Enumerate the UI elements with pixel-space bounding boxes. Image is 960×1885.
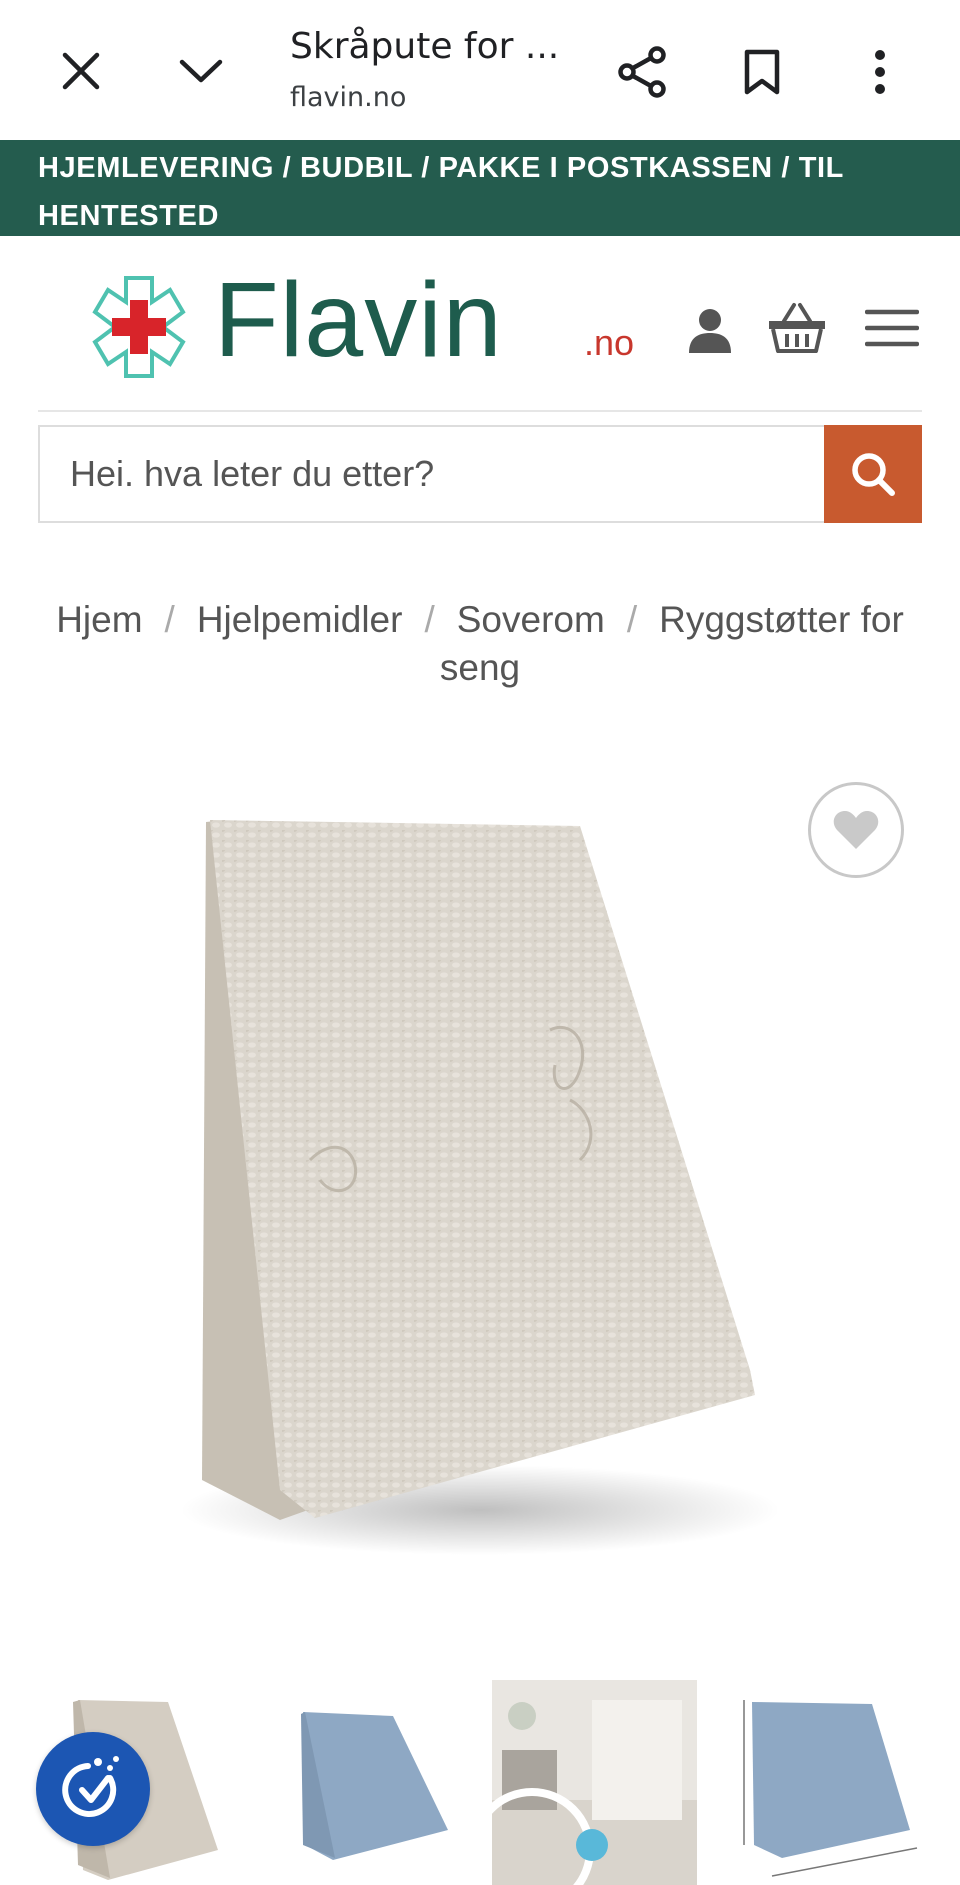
header-divider (38, 410, 922, 412)
breadcrumb-soverom[interactable]: Soverom (457, 599, 605, 640)
page-url[interactable]: flavin.no (290, 82, 406, 113)
close-tab-button[interactable] (50, 40, 112, 102)
accessibility-icon (62, 1756, 119, 1817)
thumbnail-wedge-dimensions (743, 1700, 918, 1877)
search-button[interactable] (824, 425, 922, 523)
breadcrumb-separator: / (626, 599, 638, 640)
share-icon (618, 46, 666, 98)
search-input[interactable] (40, 427, 826, 521)
product-image[interactable] (150, 780, 790, 1600)
breadcrumb-separator: / (164, 599, 175, 640)
thumbnail-2[interactable] (283, 1680, 488, 1885)
search-icon (852, 453, 895, 496)
more-vert-icon (875, 50, 885, 94)
logo-wordmark: Flavin (214, 261, 503, 379)
breadcrumb: Hjem / Hjelpemidler / Soverom / Ryggstøtter fo… (40, 596, 920, 692)
breadcrumb-home[interactable]: Hjem (56, 599, 142, 640)
site-logo[interactable]: Flavin .no (84, 261, 644, 382)
logo-tld: .no (584, 322, 635, 363)
breadcrumb-hjelpemidler[interactable]: Hjelpemidler (197, 599, 403, 640)
collapse-button[interactable] (170, 40, 232, 102)
user-icon (689, 309, 731, 353)
hamburger-icon (865, 309, 919, 347)
thumbnail-wedge-blue (301, 1712, 448, 1860)
wishlist-button[interactable] (808, 782, 904, 878)
more-options-button[interactable] (850, 40, 910, 104)
medical-cross-logo-icon (92, 276, 186, 378)
thumbnail-lifestyle (492, 1680, 697, 1885)
site-header: Flavin .no (0, 236, 960, 412)
bookmark-button[interactable] (730, 40, 794, 104)
close-icon (62, 52, 100, 90)
thumbnail-3[interactable] (492, 1680, 697, 1885)
bookmark-icon (744, 49, 780, 95)
search-bar (38, 425, 922, 523)
chevron-down-icon (179, 59, 223, 83)
breadcrumb-separator: / (424, 599, 435, 640)
share-button[interactable] (610, 40, 674, 104)
browser-toolbar: Skråpute for ... flavin.no (0, 0, 960, 140)
page-title: Skråpute for ... (290, 26, 560, 67)
cart-button[interactable] (762, 296, 832, 360)
menu-button[interactable] (862, 300, 922, 356)
basket-icon (769, 303, 825, 353)
delivery-banner: HJEMLEVERING / BUDBIL / PAKKE I POSTKASS… (0, 140, 960, 236)
thumbnail-4[interactable] (732, 1680, 937, 1885)
heart-icon (833, 811, 879, 849)
accessibility-button[interactable] (36, 1732, 150, 1846)
account-button[interactable] (680, 300, 740, 360)
